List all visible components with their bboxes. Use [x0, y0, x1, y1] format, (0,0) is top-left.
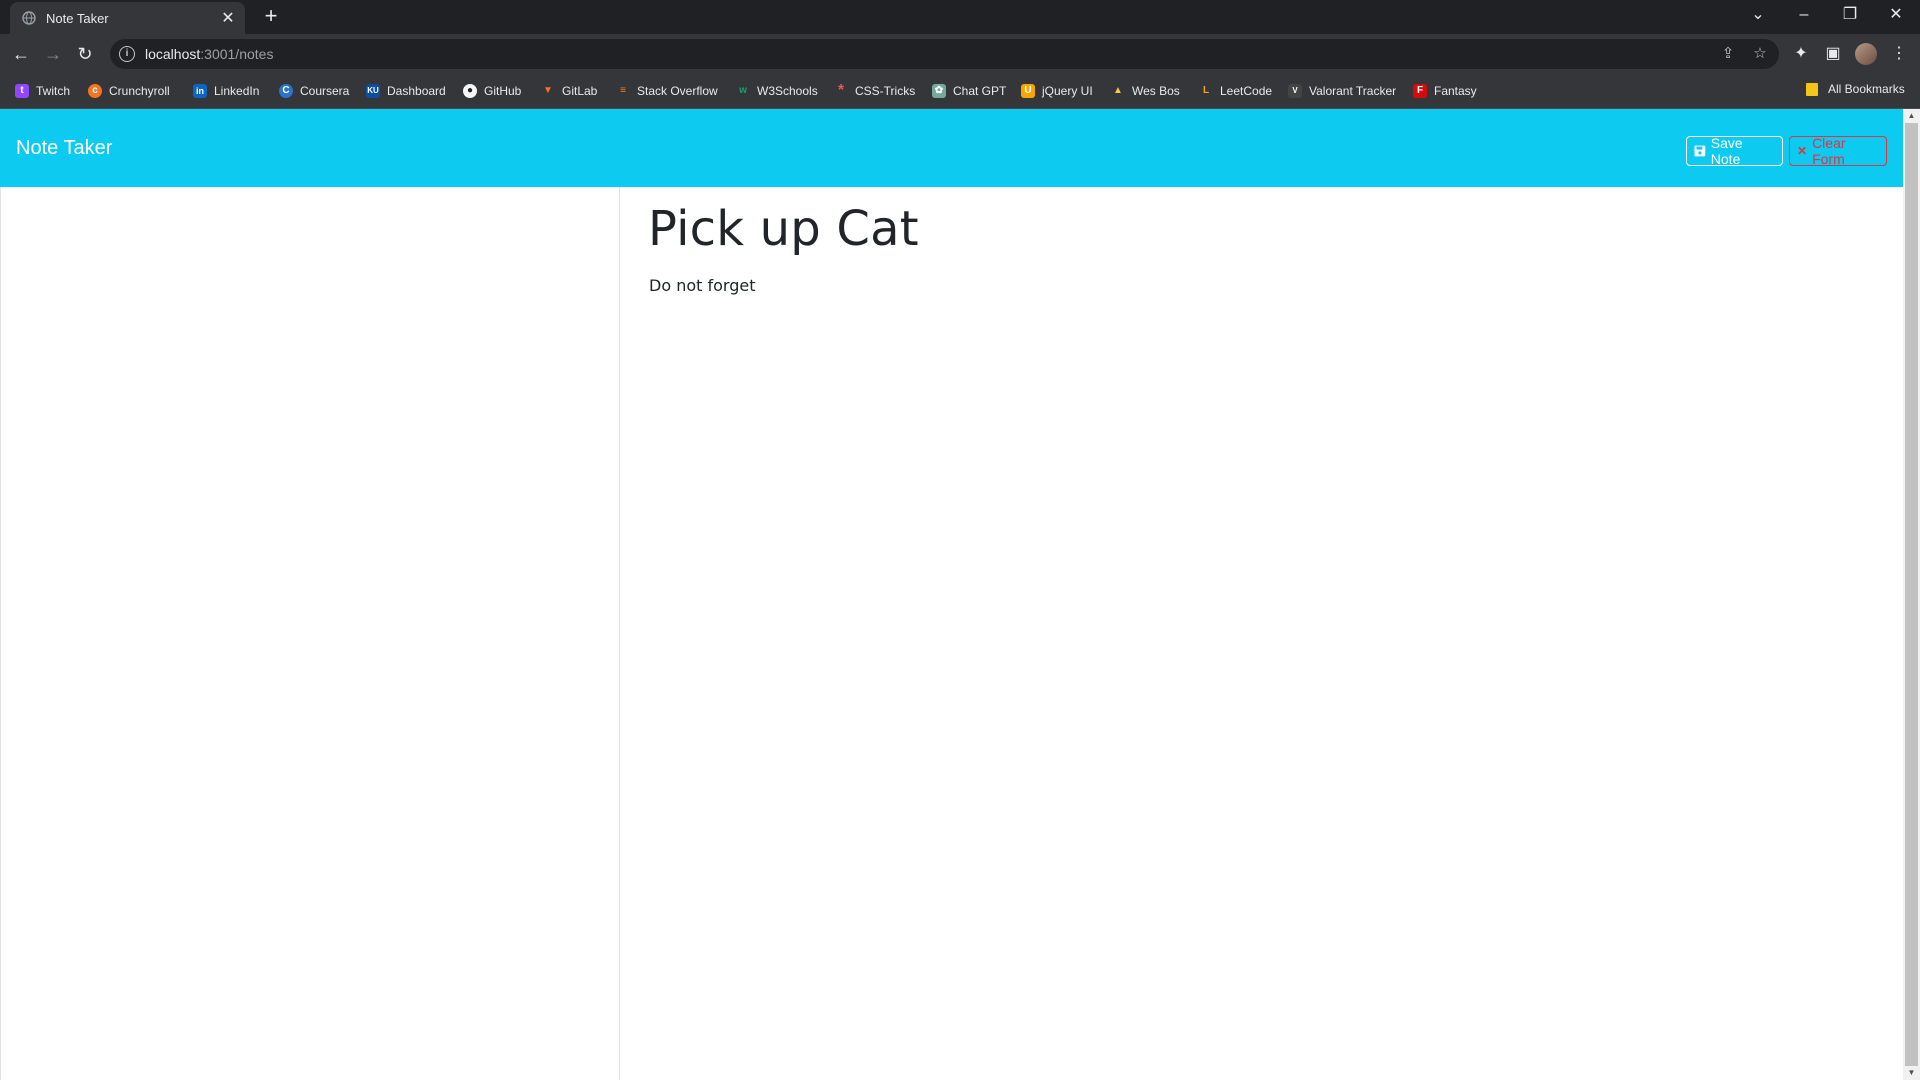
- bookmark-label: Chat GPT: [953, 84, 1007, 98]
- gitlab-icon: ▼: [543, 85, 553, 96]
- bookmark-css-tricks[interactable]: * CSS-Tricks: [834, 82, 915, 100]
- jquery-ui-icon: U: [1021, 84, 1035, 98]
- browser-toolbar: ← → ↻ i localhost:3001/notes ⇪ ☆ ✦ ▣ ⋮: [0, 34, 1920, 74]
- floppy-disk-icon: [1694, 145, 1706, 157]
- profile-avatar[interactable]: [1855, 43, 1877, 65]
- scroll-up-arrow-icon[interactable]: ▲: [1903, 109, 1920, 123]
- bookmark-label: CSS-Tricks: [855, 84, 916, 98]
- note-editor-panel: Pick up Cat Do not forget: [621, 187, 1903, 1080]
- note-list-panel: [0, 187, 620, 1080]
- leetcode-icon: L: [1202, 85, 1210, 96]
- tab-title: Note Taker: [46, 10, 109, 26]
- chatgpt-icon: ✿: [932, 84, 946, 98]
- bookmark-twitch[interactable]: t Twitch: [15, 82, 70, 100]
- url-path: :3001/notes: [200, 46, 274, 62]
- browser-tab[interactable]: Note Taker ✕: [10, 2, 245, 34]
- bookmark-fantasy[interactable]: F Fantasy: [1413, 82, 1477, 100]
- bookmark-label: W3Schools: [757, 84, 818, 98]
- bookmark-label: GitLab: [562, 84, 598, 98]
- bookmark-label: Dashboard: [387, 84, 446, 98]
- wes-bos-icon: ▲: [1113, 85, 1123, 96]
- url-host: localhost: [145, 46, 201, 62]
- clear-form-label: Clear Form: [1812, 135, 1846, 167]
- close-tab-icon[interactable]: ✕: [217, 7, 239, 29]
- close-x-icon: ✕: [1797, 144, 1808, 158]
- ku-icon: KU: [366, 84, 380, 98]
- globe-icon: [22, 11, 36, 25]
- back-icon[interactable]: ←: [8, 42, 34, 68]
- browser-menu-icon[interactable]: ⋮: [1887, 42, 1911, 66]
- folder-icon: [1806, 82, 1818, 96]
- bookmark-crunchyroll[interactable]: c Crunchyroll: [88, 82, 170, 100]
- save-note-button[interactable]: Save Note: [1686, 135, 1783, 167]
- crunchyroll-icon: c: [88, 84, 102, 98]
- all-bookmarks-button[interactable]: All Bookmarks: [1806, 82, 1905, 96]
- page-scrollbar[interactable]: ▲ ▼: [1903, 109, 1920, 1080]
- bookmark-leetcode[interactable]: L LeetCode: [1199, 82, 1272, 100]
- brand-title[interactable]: Note Taker: [16, 137, 112, 160]
- note-text[interactable]: Do not forget: [649, 276, 755, 295]
- save-note-label: Save Note: [1710, 135, 1743, 167]
- bookmark-coursera[interactable]: C Coursera: [279, 82, 349, 100]
- browser-tab-strip: Note Taker ✕ + ⌄ – ❐ ✕: [0, 0, 1920, 34]
- clear-form-button[interactable]: ✕ Clear Form: [1789, 135, 1887, 167]
- bookmark-chat-gpt[interactable]: ✿ Chat GPT: [932, 82, 1006, 100]
- address-bar[interactable]: i localhost:3001/notes ⇪ ☆: [110, 39, 1779, 69]
- close-window-icon[interactable]: ✕: [1882, 4, 1910, 26]
- bookmark-label: Wes Bos: [1132, 84, 1180, 98]
- bookmark-label: jQuery UI: [1042, 84, 1093, 98]
- linkedin-icon: in: [193, 84, 207, 98]
- forward-icon[interactable]: →: [40, 42, 66, 68]
- bookmark-label: Crunchyroll: [109, 84, 170, 98]
- twitch-icon: t: [15, 84, 29, 98]
- bookmark-label: GitHub: [484, 84, 522, 98]
- share-icon[interactable]: ⇪: [1718, 44, 1738, 64]
- bookmark-w3schools[interactable]: w W3Schools: [736, 82, 818, 100]
- site-info-icon[interactable]: i: [119, 46, 135, 62]
- bookmarks-bar: t Twitch c Crunchyroll in LinkedIn C Courser…: [0, 74, 1920, 109]
- bookmark-jquery-ui[interactable]: UjQuery UI: [1021, 82, 1093, 100]
- github-icon: ●: [463, 84, 477, 98]
- scrollbar-thumb[interactable]: [1905, 123, 1918, 1066]
- coursera-icon: C: [279, 84, 293, 98]
- bookmark-label: Coursera: [300, 84, 350, 98]
- tab-search-icon[interactable]: ⌄: [1744, 4, 1772, 26]
- bookmark-star-icon[interactable]: ☆: [1750, 44, 1770, 64]
- all-bookmarks-label: All Bookmarks: [1828, 82, 1905, 96]
- side-panel-icon[interactable]: ▣: [1821, 42, 1845, 66]
- bookmark-linkedin[interactable]: in LinkedIn: [193, 82, 259, 100]
- page-viewport: Note Taker Save Note ✕ Clear Form Pick u…: [0, 109, 1920, 1080]
- bookmark-label: LeetCode: [1220, 84, 1273, 98]
- bookmark-label: Twitch: [36, 84, 71, 98]
- reload-icon[interactable]: ↻: [72, 42, 98, 68]
- w3schools-icon: w: [739, 85, 747, 96]
- bookmark-label: Stack Overflow: [637, 84, 718, 98]
- extensions-icon[interactable]: ✦: [1789, 42, 1813, 66]
- bookmark-label: LinkedIn: [214, 84, 260, 98]
- restore-icon[interactable]: ❐: [1836, 4, 1864, 26]
- bookmark-dashboard[interactable]: KU Dashboard: [366, 82, 446, 100]
- bookmark-label: Fantasy: [1434, 84, 1477, 98]
- stack-overflow-icon: ≡: [620, 85, 626, 96]
- bookmark-valorant-tracker[interactable]: V Valorant Tracker: [1288, 82, 1396, 100]
- bookmark-label: Valorant Tracker: [1309, 84, 1397, 98]
- bookmark-github[interactable]: ● GitHub: [463, 82, 521, 100]
- scroll-down-arrow-icon[interactable]: ▼: [1903, 1066, 1920, 1080]
- bookmark-wes-bos[interactable]: ▲ Wes Bos: [1111, 82, 1180, 100]
- new-tab-button[interactable]: +: [260, 5, 282, 28]
- note-title[interactable]: Pick up Cat: [648, 201, 919, 257]
- bookmark-stack-overflow[interactable]: ≡ Stack Overflow: [616, 82, 718, 100]
- css-tricks-icon: *: [837, 82, 845, 99]
- app-navbar: Note Taker Save Note ✕ Clear Form: [0, 109, 1903, 187]
- minimize-icon[interactable]: –: [1790, 4, 1818, 26]
- bookmark-gitlab[interactable]: ▼ GitLab: [541, 82, 597, 100]
- valorant-tracker-icon: V: [1288, 84, 1302, 98]
- fantasy-icon: F: [1413, 84, 1427, 98]
